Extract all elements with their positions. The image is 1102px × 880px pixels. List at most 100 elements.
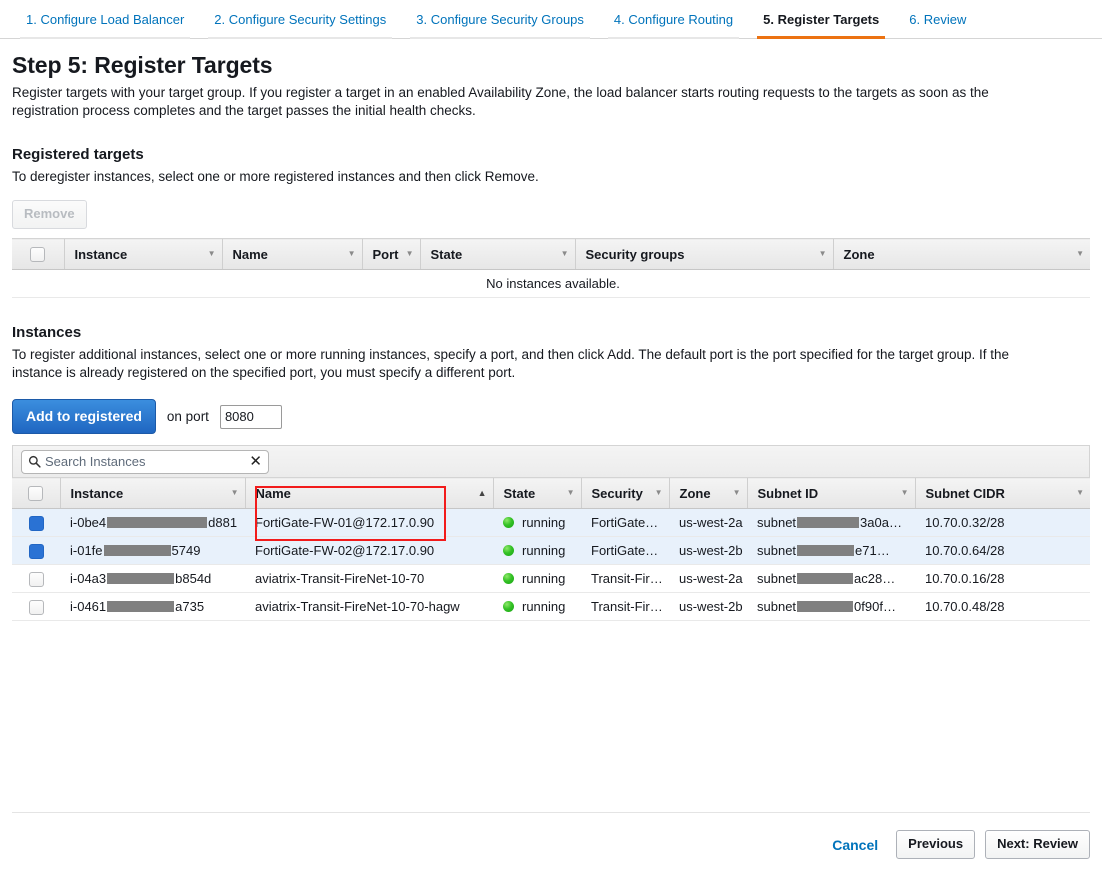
subnet-id-suffix: 0f90f…	[854, 599, 896, 614]
cell-name: aviatrix-Transit-FireNet-10-70	[245, 565, 493, 593]
cell-security: Transit-Fir…	[581, 593, 669, 621]
column-label: Zone	[844, 247, 875, 262]
registered-column-name[interactable]: Name▼	[222, 239, 362, 270]
registered-column-instance[interactable]: Instance ▼	[64, 239, 222, 270]
previous-button[interactable]: Previous	[896, 830, 975, 859]
table-row[interactable]: i-04a3b854daviatrix-Transit-FireNet-10-7…	[12, 565, 1090, 593]
instances-search-strip: ✕	[12, 445, 1090, 477]
instances-column-name[interactable]: Name▲	[245, 478, 493, 509]
state-label: running	[522, 571, 565, 586]
cell-zone: us-west-2b	[669, 593, 747, 621]
column-label: State	[504, 486, 536, 501]
row-checkbox[interactable]	[29, 600, 44, 615]
column-label: Port	[373, 247, 399, 262]
wizard-footer: Cancel Previous Next: Review	[12, 812, 1090, 859]
cell-instance-id: i-0461a735	[60, 593, 245, 621]
tab-configure-load-balancer[interactable]: 1. Configure Load Balancer	[12, 12, 198, 38]
remove-button[interactable]: Remove	[12, 200, 87, 229]
instances-column-security[interactable]: Security▼	[581, 478, 669, 509]
row-checkbox[interactable]	[29, 572, 44, 587]
add-to-registered-button[interactable]: Add to registered	[12, 399, 156, 434]
chevron-down-icon: ▼	[231, 489, 239, 497]
close-icon[interactable]: ✕	[245, 455, 262, 469]
instance-id-suffix: 5749	[172, 543, 201, 558]
search-input[interactable]	[41, 454, 245, 469]
instances-column-zone[interactable]: Zone▼	[669, 478, 747, 509]
registered-targets-description: To deregister instances, select one or m…	[12, 168, 1052, 186]
redacted-bar	[107, 573, 174, 584]
select-all-checkbox[interactable]	[28, 486, 43, 501]
row-select-cell[interactable]	[12, 509, 60, 537]
registered-select-all-header[interactable]	[12, 239, 64, 270]
tab-configure-routing[interactable]: 4. Configure Routing	[600, 12, 747, 38]
instances-description: To register additional instances, select…	[12, 346, 1052, 382]
row-checkbox[interactable]	[29, 544, 44, 559]
add-to-registered-row: Add to registered on port	[12, 399, 1090, 434]
tab-review[interactable]: 6. Review	[895, 12, 980, 38]
instances-column-state[interactable]: State▼	[493, 478, 581, 509]
chevron-down-icon: ▼	[655, 489, 663, 497]
on-port-label: on port	[167, 409, 209, 424]
cell-state: running	[493, 537, 581, 565]
tab-configure-security-groups[interactable]: 3. Configure Security Groups	[402, 12, 598, 38]
instance-id-suffix: d881	[208, 515, 237, 530]
row-select-cell[interactable]	[12, 565, 60, 593]
table-row[interactable]: i-0be4d881FortiGate-FW-01@172.17.0.90run…	[12, 509, 1090, 537]
registered-targets-table: Instance▼ Name▼ Port▼ State▼ Security gr…	[12, 238, 1090, 298]
cell-subnet-cidr: 10.70.0.48/28	[915, 593, 1090, 621]
cancel-button[interactable]: Cancel	[824, 831, 886, 859]
page-title: Step 5: Register Targets	[12, 52, 1090, 79]
row-select-cell[interactable]	[12, 537, 60, 565]
subnet-id-prefix: subnet	[757, 543, 796, 558]
instances-header-row: Instance▼ Name▲ State▼ Security▼ Zone▼ S…	[12, 478, 1090, 509]
tab-configure-security-settings[interactable]: 2. Configure Security Settings	[200, 12, 400, 38]
tab-label: 3. Configure Security Groups	[416, 12, 584, 27]
tab-label: 4. Configure Routing	[614, 12, 733, 27]
cell-subnet-id: subnet3a0a…	[747, 509, 915, 537]
redacted-bar	[107, 517, 207, 528]
registered-column-zone[interactable]: Zone▼	[833, 239, 1090, 270]
table-row[interactable]: i-0461a735aviatrix-Transit-FireNet-10-70…	[12, 593, 1090, 621]
instances-column-subnet-id[interactable]: Subnet ID▼	[747, 478, 915, 509]
chevron-down-icon: ▼	[208, 250, 216, 258]
column-label: Security groups	[586, 247, 685, 262]
redacted-bar	[797, 573, 853, 584]
column-label: Zone	[680, 486, 711, 501]
row-checkbox[interactable]	[29, 516, 44, 531]
instances-heading: Instances	[12, 324, 1090, 341]
select-all-checkbox[interactable]	[30, 247, 45, 262]
column-label: Instance	[71, 486, 124, 501]
instances-select-all-header[interactable]	[12, 478, 60, 509]
chevron-down-icon: ▼	[1076, 489, 1084, 497]
instances-table: Instance▼ Name▲ State▼ Security▼ Zone▼ S…	[12, 477, 1090, 621]
cell-security: FortiGate…	[581, 537, 669, 565]
chevron-down-icon: ▼	[819, 250, 827, 258]
port-input[interactable]	[220, 405, 282, 429]
tab-register-targets[interactable]: 5. Register Targets	[749, 12, 893, 38]
next-review-button[interactable]: Next: Review	[985, 830, 1090, 859]
instances-column-instance[interactable]: Instance ▼	[60, 478, 245, 509]
search-instances-box[interactable]: ✕	[21, 450, 269, 474]
registered-column-port[interactable]: Port▼	[362, 239, 420, 270]
step-description: Register targets with your target group.…	[12, 84, 1042, 120]
cell-zone: us-west-2b	[669, 537, 747, 565]
registered-column-security-groups[interactable]: Security groups ▼	[575, 239, 833, 270]
sort-ascending-icon: ▲	[478, 489, 487, 497]
column-label: Subnet ID	[758, 486, 819, 501]
column-label: Instance	[75, 247, 128, 262]
cell-state: running	[493, 509, 581, 537]
registered-column-state[interactable]: State▼	[420, 239, 575, 270]
state-label: running	[522, 599, 565, 614]
table-row[interactable]: i-01fe5749FortiGate-FW-02@172.17.0.90run…	[12, 537, 1090, 565]
instance-id-suffix: b854d	[175, 571, 211, 586]
instances-column-subnet-cidr[interactable]: Subnet CIDR▼	[915, 478, 1090, 509]
row-select-cell[interactable]	[12, 593, 60, 621]
tab-label: 6. Review	[909, 12, 966, 27]
tab-label: 5. Register Targets	[763, 12, 879, 27]
cell-security: Transit-Fir…	[581, 565, 669, 593]
registered-empty-row: No instances available.	[12, 270, 1090, 298]
cell-state: running	[493, 565, 581, 593]
cell-name: aviatrix-Transit-FireNet-10-70-hagw	[245, 593, 493, 621]
status-indicator-icon	[503, 545, 514, 556]
cell-security: FortiGate…	[581, 509, 669, 537]
